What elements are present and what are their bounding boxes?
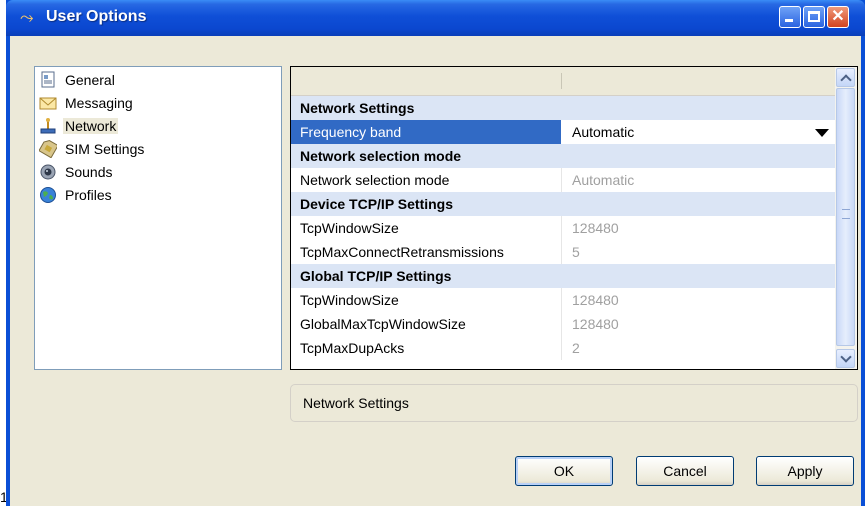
property-name: TcpMaxDupAcks xyxy=(300,340,405,356)
category-tree[interactable]: General Messaging Network SIM Settings S… xyxy=(34,66,282,370)
tree-item-sounds[interactable]: Sounds xyxy=(39,161,114,183)
globe-icon xyxy=(39,186,57,204)
property-row-tcp-window-size[interactable]: TcpWindowSize 128480 xyxy=(291,216,835,240)
column-divider xyxy=(561,168,562,192)
category-label: Network selection mode xyxy=(300,148,462,164)
tree-item-label: Network xyxy=(63,118,119,134)
property-row-frequency-band[interactable]: Frequency band Automatic xyxy=(291,120,835,144)
property-name: TcpWindowSize xyxy=(300,220,399,236)
close-button[interactable]: ✕ xyxy=(827,6,849,28)
property-row-global-tcp-window-size[interactable]: TcpWindowSize 128480 xyxy=(291,288,835,312)
tree-item-label: Messaging xyxy=(65,95,133,111)
tree-item-messaging[interactable]: Messaging xyxy=(39,92,135,114)
category-row-global-tcpip[interactable]: Global TCP/IP Settings xyxy=(291,264,835,288)
tree-item-sim-settings[interactable]: SIM Settings xyxy=(38,138,146,160)
category-row-device-tcpip[interactable]: Device TCP/IP Settings xyxy=(291,192,835,216)
sim-card-icon xyxy=(38,140,59,159)
dialog-body: General Messaging Network SIM Settings S… xyxy=(10,36,861,506)
category-label: Global TCP/IP Settings xyxy=(300,268,452,284)
description-panel: Network Settings xyxy=(290,384,858,422)
window-title: User Options xyxy=(46,8,147,25)
property-name: Network selection mode xyxy=(300,172,450,188)
ok-button[interactable]: OK xyxy=(515,456,613,486)
maximize-button[interactable] xyxy=(803,6,825,28)
tree-item-profiles[interactable]: Profiles xyxy=(39,184,114,206)
minimize-button[interactable] xyxy=(779,6,801,28)
property-value[interactable]: 2 xyxy=(572,340,580,356)
general-icon xyxy=(39,71,57,89)
property-value[interactable]: Automatic xyxy=(572,172,634,188)
property-row-global-max-tcp-window-size[interactable]: GlobalMaxTcpWindowSize 128480 xyxy=(291,312,835,336)
category-label: Device TCP/IP Settings xyxy=(300,196,454,212)
envelope-icon xyxy=(39,94,57,112)
tree-item-label: Profiles xyxy=(65,187,112,203)
app-icon: ⤳ xyxy=(20,8,34,27)
dropdown-arrow-icon[interactable] xyxy=(813,124,829,140)
property-row-tcp-max-dup-acks[interactable]: TcpMaxDupAcks 2 xyxy=(291,336,835,360)
scroll-down-button[interactable] xyxy=(836,349,855,368)
property-name: GlobalMaxTcpWindowSize xyxy=(300,316,466,332)
column-divider xyxy=(561,288,562,360)
property-value[interactable]: 128480 xyxy=(572,220,619,236)
column-divider xyxy=(561,216,562,264)
header-separator xyxy=(561,73,562,89)
tree-item-network[interactable]: Network xyxy=(39,115,119,137)
property-value[interactable]: 5 xyxy=(572,244,580,260)
tree-item-label: General xyxy=(65,72,115,88)
property-name: TcpMaxConnectRetransmissions xyxy=(300,244,504,260)
grip-icon xyxy=(842,209,850,219)
category-row-network-settings[interactable]: Network Settings xyxy=(291,96,835,120)
cancel-button[interactable]: Cancel xyxy=(636,456,734,486)
category-label: Network Settings xyxy=(300,100,415,116)
frequency-band-select[interactable]: Automatic xyxy=(572,124,634,140)
grid-header xyxy=(291,67,835,96)
property-row-network-selection-mode[interactable]: Network selection mode Automatic xyxy=(291,168,835,192)
property-name: TcpWindowSize xyxy=(300,292,399,308)
property-name: Frequency band xyxy=(300,124,402,140)
user-options-window: ⤳ User Options ✕ General Messaging Netwo… xyxy=(6,0,865,506)
network-icon xyxy=(39,117,57,135)
vertical-scrollbar[interactable] xyxy=(835,67,857,369)
property-grid[interactable]: Network Settings Frequency band Automati… xyxy=(290,66,858,370)
scroll-thumb[interactable] xyxy=(836,88,855,346)
close-icon: ✕ xyxy=(831,8,845,25)
tree-item-general[interactable]: General xyxy=(39,69,117,91)
tree-item-label: Sounds xyxy=(65,164,113,180)
category-row-network-selection-mode[interactable]: Network selection mode xyxy=(291,144,835,168)
speaker-icon xyxy=(39,163,57,181)
title-bar[interactable]: ⤳ User Options ✕ xyxy=(6,0,865,36)
property-value[interactable]: 128480 xyxy=(572,316,619,332)
property-row-tcp-max-connect-retransmissions[interactable]: TcpMaxConnectRetransmissions 5 xyxy=(291,240,835,264)
scroll-up-button[interactable] xyxy=(836,68,855,87)
tree-item-label: SIM Settings xyxy=(65,141,145,157)
property-value[interactable]: 128480 xyxy=(572,292,619,308)
apply-button[interactable]: Apply xyxy=(756,456,854,486)
description-text: Network Settings xyxy=(303,395,409,411)
